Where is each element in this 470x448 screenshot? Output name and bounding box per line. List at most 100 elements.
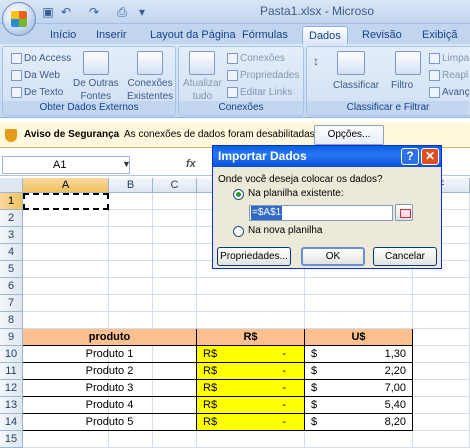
cell[interactable] bbox=[23, 244, 109, 261]
cell[interactable] bbox=[197, 312, 305, 329]
cell[interactable] bbox=[413, 278, 470, 295]
cell[interactable] bbox=[197, 278, 305, 295]
undo-icon[interactable]: ↶ bbox=[58, 4, 74, 20]
cell[interactable] bbox=[413, 346, 470, 363]
row-header[interactable]: 2 bbox=[0, 210, 23, 227]
existing-sheet-label[interactable]: Na planilha existente: bbox=[248, 188, 344, 199]
tab-dados[interactable]: Dados bbox=[302, 26, 348, 44]
row-header[interactable]: 6 bbox=[0, 278, 23, 295]
cell[interactable] bbox=[305, 278, 413, 295]
cell[interactable] bbox=[197, 295, 305, 312]
name-box[interactable]: A1 bbox=[2, 156, 130, 174]
header-cell-produto[interactable]: produto bbox=[23, 329, 197, 346]
clear-button[interactable]: Limpa bbox=[429, 52, 469, 65]
from-access-button[interactable]: Do Access bbox=[11, 52, 71, 65]
fx-icon[interactable]: fx bbox=[186, 158, 196, 170]
cell[interactable] bbox=[153, 278, 197, 295]
properties-button[interactable]: Propriedades... bbox=[217, 247, 291, 266]
cell[interactable] bbox=[109, 227, 153, 244]
product-cell[interactable]: Produto 1 bbox=[23, 346, 197, 363]
cell[interactable] bbox=[109, 312, 153, 329]
tab-inserir[interactable]: Inserir bbox=[90, 26, 133, 44]
print-preview-icon[interactable]: ⎙ bbox=[114, 4, 130, 20]
row-header[interactable]: 1 bbox=[0, 193, 23, 210]
edit-links-button[interactable]: Editar Links bbox=[227, 86, 292, 99]
office-button[interactable] bbox=[2, 2, 36, 36]
column-header[interactable]: B bbox=[109, 178, 153, 193]
close-button[interactable]: ✕ bbox=[421, 148, 439, 165]
cell[interactable] bbox=[197, 431, 305, 448]
cell[interactable] bbox=[413, 380, 470, 397]
cell[interactable] bbox=[413, 414, 470, 431]
cell[interactable] bbox=[153, 193, 197, 210]
tab-exibicao[interactable]: Exibiçã bbox=[416, 26, 463, 44]
options-button[interactable]: Opções... bbox=[314, 125, 384, 145]
reapply-button[interactable]: Reapl bbox=[429, 69, 468, 82]
cell[interactable] bbox=[153, 295, 197, 312]
cell[interactable] bbox=[305, 431, 413, 448]
sort-az-icon[interactable]: ↕ bbox=[313, 55, 319, 68]
row-header[interactable]: 9 bbox=[0, 329, 23, 346]
tab-formulas[interactable]: Fórmulas bbox=[236, 26, 294, 44]
properties-button[interactable]: Propriedades bbox=[227, 69, 299, 82]
cell[interactable] bbox=[413, 431, 470, 448]
product-cell[interactable]: Produto 3 bbox=[23, 380, 197, 397]
product-cell[interactable]: Produto 2 bbox=[23, 363, 197, 380]
cell[interactable] bbox=[23, 278, 109, 295]
cell[interactable] bbox=[23, 227, 109, 244]
rs-cell[interactable]: R$ - bbox=[197, 346, 305, 363]
cell[interactable] bbox=[109, 210, 153, 227]
refresh-all-button[interactable]: Atualizar tudo bbox=[183, 77, 222, 103]
column-header[interactable]: C bbox=[153, 178, 197, 193]
cell[interactable] bbox=[413, 329, 470, 346]
cell[interactable] bbox=[413, 363, 470, 380]
cell[interactable] bbox=[153, 244, 197, 261]
row-header[interactable]: 13 bbox=[0, 397, 23, 414]
row-header[interactable]: 5 bbox=[0, 261, 23, 278]
product-cell[interactable]: Produto 5 bbox=[23, 414, 197, 431]
rs-cell[interactable]: R$ - bbox=[197, 397, 305, 414]
cell[interactable] bbox=[109, 278, 153, 295]
cell[interactable] bbox=[413, 312, 470, 329]
cell[interactable] bbox=[153, 261, 197, 278]
cell[interactable] bbox=[23, 312, 109, 329]
name-box-dropdown-icon[interactable]: ▼ bbox=[122, 159, 131, 169]
cell[interactable] bbox=[23, 261, 109, 278]
row-header[interactable]: 15 bbox=[0, 431, 23, 448]
row-header[interactable]: 12 bbox=[0, 380, 23, 397]
row-header[interactable]: 4 bbox=[0, 244, 23, 261]
cell[interactable] bbox=[153, 210, 197, 227]
redo-icon[interactable]: ↷ bbox=[86, 4, 102, 20]
new-sheet-radio[interactable] bbox=[233, 226, 244, 237]
cell[interactable] bbox=[109, 244, 153, 261]
customize-quick-access-icon[interactable]: ▾ bbox=[134, 4, 150, 20]
row-header[interactable]: 10 bbox=[0, 346, 23, 363]
filter-button[interactable]: Filtro bbox=[391, 79, 413, 92]
us-cell[interactable]: $2,20 bbox=[305, 363, 413, 380]
us-cell[interactable]: $1,30 bbox=[305, 346, 413, 363]
cell[interactable] bbox=[109, 261, 153, 278]
ok-button[interactable]: OK bbox=[301, 247, 365, 266]
row-header[interactable]: 14 bbox=[0, 414, 23, 431]
collapse-dialog-icon[interactable] bbox=[395, 204, 413, 221]
connections-button[interactable]: Conexões bbox=[227, 52, 285, 65]
existing-sheet-radio[interactable] bbox=[233, 189, 244, 200]
other-sources-button[interactable]: De Outras Fontes bbox=[73, 77, 119, 103]
range-input[interactable]: =$A$1 bbox=[249, 205, 393, 221]
advanced-button[interactable]: Avanç bbox=[429, 86, 470, 99]
tab-layout[interactable]: Layout da Página bbox=[144, 26, 242, 44]
header-cell-rs[interactable]: R$ bbox=[197, 329, 305, 346]
us-cell[interactable]: $7,00 bbox=[305, 380, 413, 397]
cell[interactable] bbox=[109, 193, 153, 210]
cell[interactable] bbox=[153, 227, 197, 244]
cancel-button[interactable]: Cancelar bbox=[373, 247, 437, 266]
cell[interactable] bbox=[153, 312, 197, 329]
cell[interactable] bbox=[23, 210, 109, 227]
from-text-button[interactable]: De Texto bbox=[11, 86, 63, 99]
us-cell[interactable]: $8,20 bbox=[305, 414, 413, 431]
cell[interactable] bbox=[413, 295, 470, 312]
row-header[interactable]: 7 bbox=[0, 295, 23, 312]
header-cell-us[interactable]: U$ bbox=[305, 329, 413, 346]
new-sheet-label[interactable]: Na nova planilha bbox=[248, 225, 323, 236]
row-header[interactable]: 8 bbox=[0, 312, 23, 329]
